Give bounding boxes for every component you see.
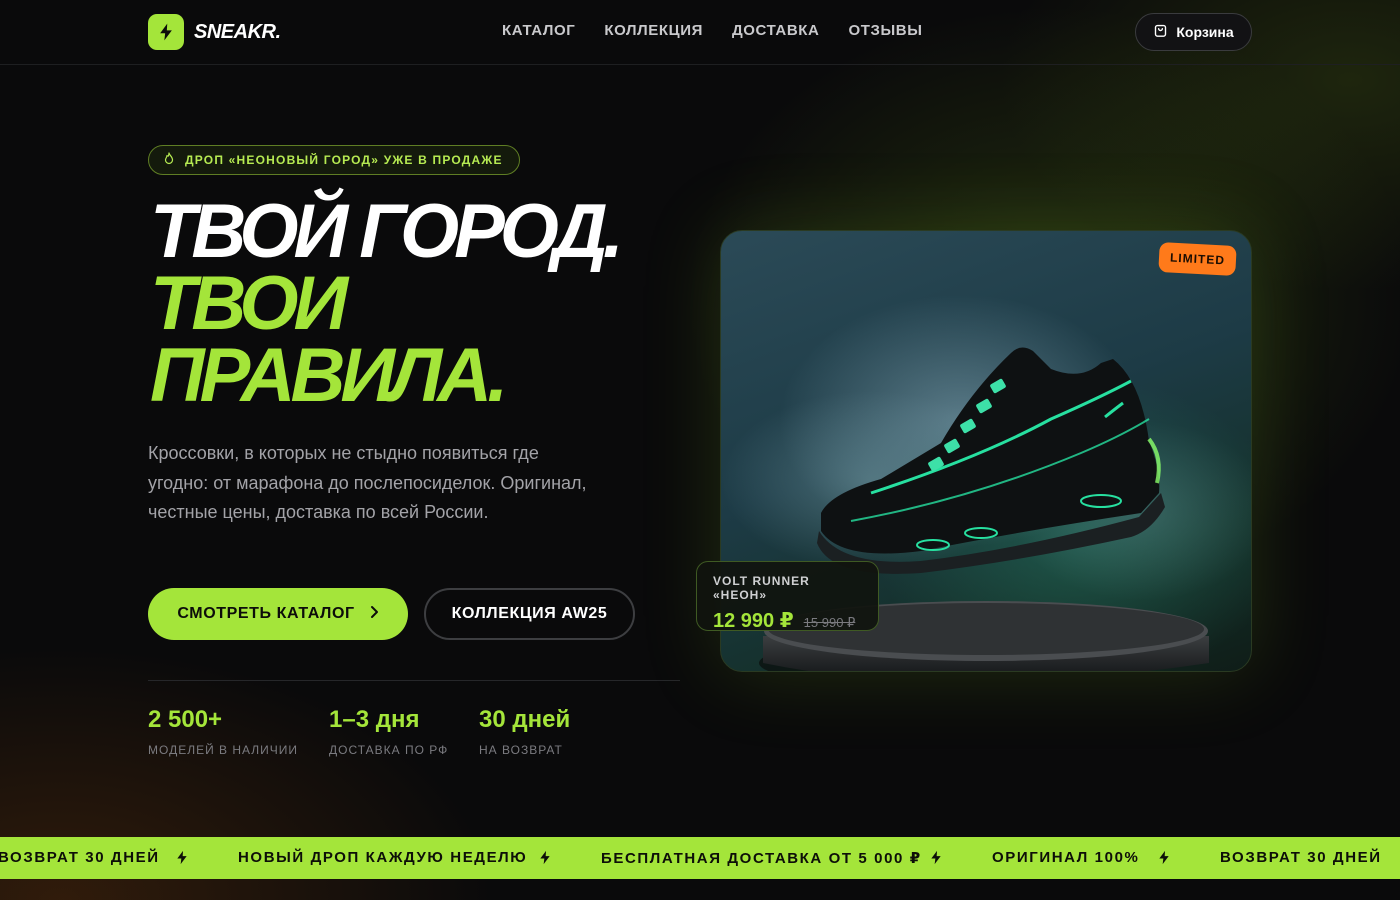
hero-description: Кроссовки, в которых не стыдно появиться… xyxy=(148,443,587,522)
headline-line-2: ТВОИ xyxy=(150,261,348,346)
stat-delivery: 1–3 дня ДОСТАВКА ПО РФ xyxy=(329,706,448,757)
cart-label: Корзина xyxy=(1176,24,1234,40)
shopping-bag-icon xyxy=(1153,23,1168,41)
nav-item-reviews[interactable]: ОТЗЫВЫ xyxy=(848,22,922,39)
bolt-icon xyxy=(1156,849,1172,871)
main-nav: КАТАЛОГ КОЛЛЕКЦИЯ ДОСТАВКА ОТЗЫВЫ xyxy=(502,22,922,39)
stat-label: ДОСТАВКА ПО РФ xyxy=(329,743,449,757)
ticker-item: БЕСПЛАТНАЯ ДОСТАВКА ОТ 5 000 ₽ xyxy=(601,850,922,867)
stat-value: 2 500+ xyxy=(148,706,223,733)
ticker-strip: ВОЗВРАТ 30 ДНЕЙ НОВЫЙ ДРОП КАЖДУЮ НЕДЕЛЮ… xyxy=(0,837,1400,879)
product-price-card[interactable]: VOLT RUNNER «НЕОН» 12 990 ₽ 15 990 ₽ xyxy=(696,561,879,633)
headline-line-1: ТВОЙ ГОРОД. xyxy=(150,189,624,274)
bolt-icon xyxy=(537,849,553,871)
product-price: 12 990 ₽ xyxy=(713,610,794,632)
view-catalog-label: СМОТРЕТЬ КАТАЛОГ xyxy=(177,605,355,622)
stats-divider xyxy=(148,680,680,681)
stat-value: 30 дней xyxy=(479,706,571,733)
cart-button[interactable]: Корзина xyxy=(1135,13,1252,51)
stat-label: МОДЕЛЕЙ В НАЛИЧИИ xyxy=(148,743,299,757)
nav-item-delivery[interactable]: ДОСТАВКА xyxy=(732,22,819,39)
ticker-item: ВОЗВРАТ 30 ДНЕЙ xyxy=(1220,849,1382,866)
site-header: SNEAKR. КАТАЛОГ КОЛЛЕКЦИЯ ДОСТАВКА ОТЗЫВ… xyxy=(0,0,1400,65)
collection-label: КОЛЛЕКЦИЯ AW25 xyxy=(451,605,608,622)
stat-value: 1–3 дня xyxy=(329,706,420,733)
stat-label: НА ВОЗВРАТ xyxy=(479,743,563,757)
bolt-icon xyxy=(174,849,190,871)
flame-icon xyxy=(163,152,175,168)
limited-badge: LIMITED xyxy=(1158,242,1237,276)
ticker-item: ВОЗВРАТ 30 ДНЕЙ xyxy=(0,849,160,866)
ticker-item: ОРИГИНАЛ 100% xyxy=(992,849,1140,866)
product-old-price: 15 990 ₽ xyxy=(803,615,856,630)
logo[interactable]: SNEAKR. xyxy=(148,14,281,50)
drop-badge: ДРОП «НЕОНОВЫЙ ГОРОД» УЖЕ В ПРОДАЖЕ xyxy=(148,145,520,175)
headline-line-3: ПРАВИЛА. xyxy=(150,333,508,418)
bolt-icon xyxy=(928,849,944,871)
collection-button[interactable]: КОЛЛЕКЦИЯ AW25 xyxy=(424,588,635,640)
nav-item-catalog[interactable]: КАТАЛОГ xyxy=(502,22,575,39)
hero-headline: ТВОЙ ГОРОД. ТВОИ ПРАВИЛА. xyxy=(150,189,690,418)
stat-returns: 30 дней НА ВОЗВРАТ xyxy=(479,706,570,757)
stat-models: 2 500+ МОДЕЛЕЙ В НАЛИЧИИ xyxy=(148,706,298,757)
product-name: VOLT RUNNER «НЕОН» xyxy=(713,574,810,602)
ticker-item: НОВЫЙ ДРОП КАЖДУЮ НЕДЕЛЮ xyxy=(238,849,528,866)
view-catalog-button[interactable]: СМОТРЕТЬ КАТАЛОГ xyxy=(148,588,408,640)
product-prices: 12 990 ₽ 15 990 ₽ xyxy=(713,608,862,633)
nav-item-collection[interactable]: КОЛЛЕКЦИЯ xyxy=(604,22,703,39)
bolt-logo-icon xyxy=(148,14,184,50)
drop-badge-text: ДРОП «НЕОНОВЫЙ ГОРОД» УЖЕ В ПРОДАЖЕ xyxy=(185,153,503,167)
chevron-right-icon xyxy=(369,605,379,624)
brand-name: SNEAKR. xyxy=(194,20,281,43)
